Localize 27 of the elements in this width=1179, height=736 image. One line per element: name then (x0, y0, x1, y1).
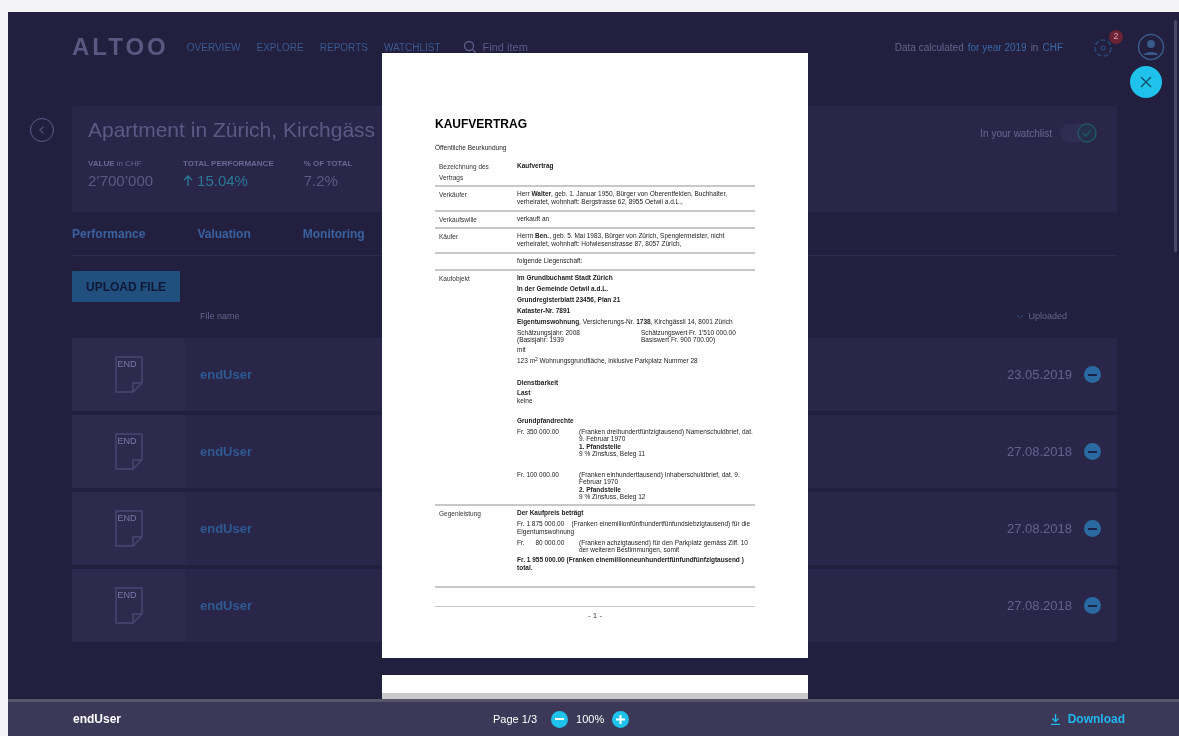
upload-date: 23.05.2019 (1006, 365, 1072, 384)
watchlist-label: In your watchlist (980, 126, 1052, 141)
data-note-text: Data calculated (894, 40, 964, 55)
page-indicator: Page 1/3 (493, 711, 538, 727)
upload-date: 27.08.2018 (1006, 519, 1072, 538)
file-type-label: END (117, 589, 137, 602)
file-type-label: END (117, 435, 137, 448)
file-name: endUser (73, 711, 123, 728)
stat-label: TOTAL PERFORMANCE (183, 158, 274, 170)
data-note-text: in (1030, 40, 1039, 55)
stat-value: 2’700’000 (88, 171, 154, 191)
data-note-text: CHF (1042, 40, 1063, 55)
file-type-label: END (117, 512, 137, 525)
notification-badge: 2 (1109, 30, 1123, 44)
asset-title: Apartment in Zürich, Kirchgäss (88, 117, 376, 143)
file-type-label: END (117, 358, 137, 371)
logo: ALTOO (72, 32, 169, 62)
page-number: - 1 - (587, 609, 603, 622)
stat-value: 15.04% (197, 171, 248, 191)
stat-value: 7.2% (303, 171, 338, 191)
stat-label: VALUE in CHF (88, 158, 143, 170)
data-note-text: for year 2019 (967, 40, 1027, 55)
stat-label: % OF TOTAL (303, 158, 353, 170)
zoom-level: 100% (576, 711, 605, 727)
upload-date: 27.08.2018 (1006, 596, 1072, 615)
document-title: KAUFVERTRAG (435, 116, 528, 133)
upload-date: 27.08.2018 (1006, 442, 1072, 461)
